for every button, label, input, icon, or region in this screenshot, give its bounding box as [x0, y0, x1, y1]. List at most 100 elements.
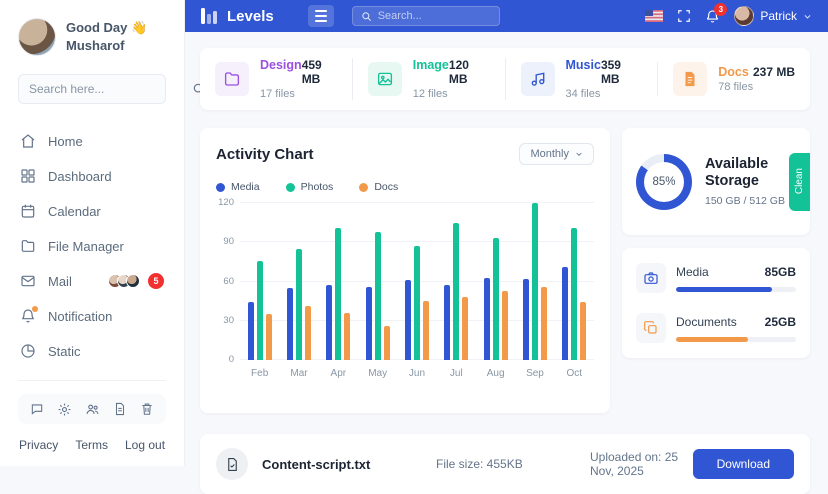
- chart-bar-media: [248, 302, 254, 360]
- bell-icon: [20, 308, 36, 324]
- notification-dot: [32, 306, 38, 312]
- bar-group-oct: [555, 203, 594, 360]
- music-note-icon: [521, 62, 555, 96]
- levels-logo-icon: [201, 8, 217, 24]
- file-name: Content-script.txt: [262, 457, 422, 472]
- mini-avatar: [126, 274, 140, 288]
- sidebar-item-notification[interactable]: Notification: [18, 303, 166, 329]
- stat-design[interactable]: Design459 MB 17 files: [200, 58, 352, 100]
- design-folder-icon: [215, 62, 249, 96]
- hamburger-menu-button[interactable]: [308, 5, 334, 27]
- progress-track: [676, 287, 796, 292]
- calendar-icon: [20, 203, 36, 219]
- stat-size: 459 MB: [302, 58, 337, 86]
- main-content: Design459 MB 17 files Image120 MB 12 fil…: [185, 32, 828, 466]
- username-text: Musharof: [66, 37, 147, 55]
- bar-group-may: [358, 203, 397, 360]
- stat-size: 359 MB: [601, 58, 642, 86]
- chart-bar-docs: [541, 287, 547, 360]
- top-header: Levels 3 Patrick: [185, 0, 828, 32]
- camera-icon: [636, 263, 666, 293]
- x-tick-label: Mar: [279, 368, 318, 379]
- usage-row-documents: Documents25GB: [636, 313, 796, 343]
- chart-bar-photos: [335, 228, 341, 360]
- user-menu[interactable]: Patrick: [734, 6, 812, 26]
- chart-bar-photos: [453, 223, 459, 360]
- sidebar-item-calendar[interactable]: Calendar: [18, 198, 166, 224]
- sidebar-divider: [18, 380, 166, 381]
- sidebar-item-mail[interactable]: Mail 5: [18, 268, 166, 294]
- chat-icon[interactable]: [30, 402, 44, 416]
- notifications-button[interactable]: 3: [705, 9, 720, 24]
- chart-bar-photos: [571, 228, 577, 360]
- x-tick-label: May: [358, 368, 397, 379]
- bar-group-feb: [240, 203, 279, 360]
- logout-link[interactable]: Log out: [125, 438, 165, 452]
- sidebar-item-file-manager[interactable]: File Manager: [18, 233, 166, 259]
- folder-icon: [20, 238, 36, 254]
- stat-size: 120 MB: [449, 58, 490, 86]
- stat-files: 34 files: [566, 88, 643, 100]
- usage-value: 25GB: [765, 315, 796, 329]
- gear-icon[interactable]: [57, 402, 72, 417]
- sidebar-item-home[interactable]: Home: [18, 128, 166, 154]
- legend-label: Media: [231, 181, 260, 193]
- stat-image[interactable]: Image120 MB 12 files: [352, 58, 505, 100]
- trash-icon[interactable]: [140, 402, 154, 416]
- chart-bar-media: [287, 288, 293, 360]
- x-tick-label: Oct: [555, 368, 594, 379]
- chart-bar-media: [405, 280, 411, 360]
- terms-link[interactable]: Terms: [75, 438, 108, 452]
- stat-label: Image: [413, 58, 449, 72]
- sidebar-search[interactable]: [18, 74, 166, 104]
- chart-bar-photos: [375, 232, 381, 360]
- sidebar-item-label: Static: [48, 344, 81, 359]
- users-icon[interactable]: [85, 402, 100, 417]
- chart-plot: [240, 203, 594, 360]
- x-tick-label: Jun: [397, 368, 436, 379]
- legend-label: Photos: [301, 181, 334, 193]
- privacy-link[interactable]: Privacy: [19, 438, 58, 452]
- stat-docs[interactable]: Docs237 MB 78 files: [657, 62, 810, 96]
- bar-group-aug: [476, 203, 515, 360]
- grid-icon: [20, 168, 36, 184]
- document-icon: [673, 62, 707, 96]
- file-icon[interactable]: [113, 402, 127, 416]
- chart-bar-photos: [532, 203, 538, 360]
- pie-chart-icon: [20, 343, 36, 359]
- legend-item-docs: Docs: [359, 181, 398, 193]
- legend-dot: [286, 183, 295, 192]
- brand-name: Levels: [227, 8, 274, 25]
- activity-chart-card: Activity Chart Monthly Media Photos Docs…: [200, 128, 610, 413]
- stat-files: 17 files: [260, 88, 337, 100]
- sidebar-search-input[interactable]: [29, 82, 184, 96]
- header-search-input[interactable]: [378, 10, 520, 22]
- file-size: File size: 455KB: [436, 457, 576, 471]
- language-flag-icon[interactable]: [645, 10, 663, 22]
- chevron-down-icon: [575, 150, 583, 158]
- fullscreen-icon[interactable]: [677, 9, 691, 23]
- sidebar-item-dashboard[interactable]: Dashboard: [18, 163, 166, 189]
- chart-bar-docs: [344, 313, 350, 360]
- stat-music[interactable]: Music359 MB 34 files: [505, 58, 658, 100]
- progress-fill: [676, 287, 772, 292]
- sidebar-item-static[interactable]: Static: [18, 338, 166, 364]
- stat-files: 12 files: [413, 88, 490, 100]
- y-tick-label: 60: [223, 276, 234, 287]
- sidebar-nav: Home Dashboard Calendar File Manager Mai…: [18, 128, 166, 364]
- period-dropdown[interactable]: Monthly: [519, 143, 594, 165]
- legend-dot: [359, 183, 368, 192]
- notification-count-badge: 3: [714, 3, 727, 16]
- download-button[interactable]: Download: [693, 449, 794, 479]
- user-avatar[interactable]: [18, 18, 56, 56]
- usage-row-media: Media85GB: [636, 263, 796, 293]
- storage-donut: 85%: [636, 154, 692, 210]
- progress-track: [676, 337, 796, 342]
- bar-group-jun: [397, 203, 436, 360]
- sidebar: Good Day 👋 Musharof Home Dashboard Calen…: [0, 0, 185, 466]
- file-type-icon: [216, 448, 248, 480]
- sidebar-item-label: File Manager: [48, 239, 124, 254]
- legend-item-photos: Photos: [286, 181, 334, 193]
- header-search[interactable]: [352, 6, 500, 26]
- clean-button[interactable]: Clean: [789, 153, 810, 211]
